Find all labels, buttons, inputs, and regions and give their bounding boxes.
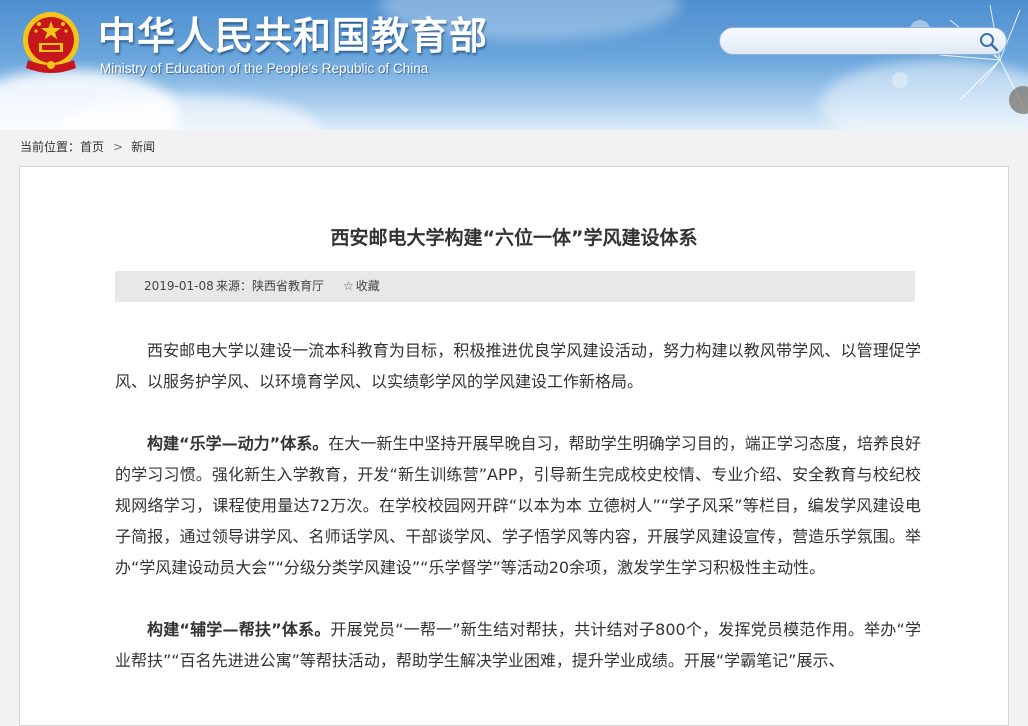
- dandelion-decoration: [892, 4, 1028, 114]
- article-title: 西安邮电大学构建“六位一体”学风建设体系: [330, 227, 698, 249]
- national-emblem-icon: [23, 12, 79, 73]
- paragraph-text: 西安邮电大学以建设一流本科教育为目标，积极推进优良学风建设活动，努力构建以教风带…: [115, 341, 921, 391]
- article-paragraph: 构建“辅学—帮扶”体系。开展党员“一帮一”新生结对帮扶，共计结对子800个，发挥…: [115, 614, 921, 676]
- article-date: 2019-01-08: [144, 279, 214, 293]
- breadcrumb-separator: >: [113, 140, 124, 154]
- breadcrumb: 当前位置：首页 > 新闻: [20, 139, 155, 155]
- search-input[interactable]: [732, 32, 976, 52]
- article-meta-bar: 2019-01-08 来源：陕西省教育厅 ☆ 收藏: [115, 271, 915, 302]
- article-panel: 西安邮电大学构建“六位一体”学风建设体系 2019-01-08 来源：陕西省教育…: [19, 166, 1009, 726]
- breadcrumb-prefix: 当前位置：: [20, 140, 81, 154]
- article-source: 来源：陕西省教育厅: [216, 279, 325, 293]
- paragraph-text: 在大一新生中坚持开展早晚自习，帮助学生明确学习目的，端正学习态度，培养良好的学习…: [115, 434, 921, 577]
- search-box: [719, 27, 1007, 55]
- favorite-button[interactable]: ☆ 收藏: [343, 271, 380, 302]
- paragraph-lead: 构建“乐学—动力”体系。: [147, 434, 329, 453]
- article-paragraph: 构建“乐学—动力”体系。在大一新生中坚持开展早晚自习，帮助学生明确学习目的，端正…: [115, 428, 921, 583]
- site-header: 中华人民共和国教育部 Ministry of Education of the …: [0, 0, 1028, 130]
- breadcrumb-news-link[interactable]: 新闻: [131, 140, 155, 154]
- site-title-chinese: 中华人民共和国教育部: [98, 14, 489, 58]
- star-icon: ☆: [343, 279, 354, 293]
- article-body: 西安邮电大学以建设一流本科教育为目标，积极推进优良学风建设活动，努力构建以教风带…: [115, 335, 921, 707]
- article-paragraph: 西安邮电大学以建设一流本科教育为目标，积极推进优良学风建设活动，努力构建以教风带…: [115, 335, 921, 397]
- favorite-label: 收藏: [355, 279, 380, 293]
- breadcrumb-home-link[interactable]: 首页: [80, 140, 104, 154]
- site-title-english: Ministry of Education of the People's Re…: [100, 61, 429, 76]
- paragraph-lead: 构建“辅学—帮扶”体系。: [147, 620, 331, 639]
- search-icon[interactable]: [978, 31, 1000, 53]
